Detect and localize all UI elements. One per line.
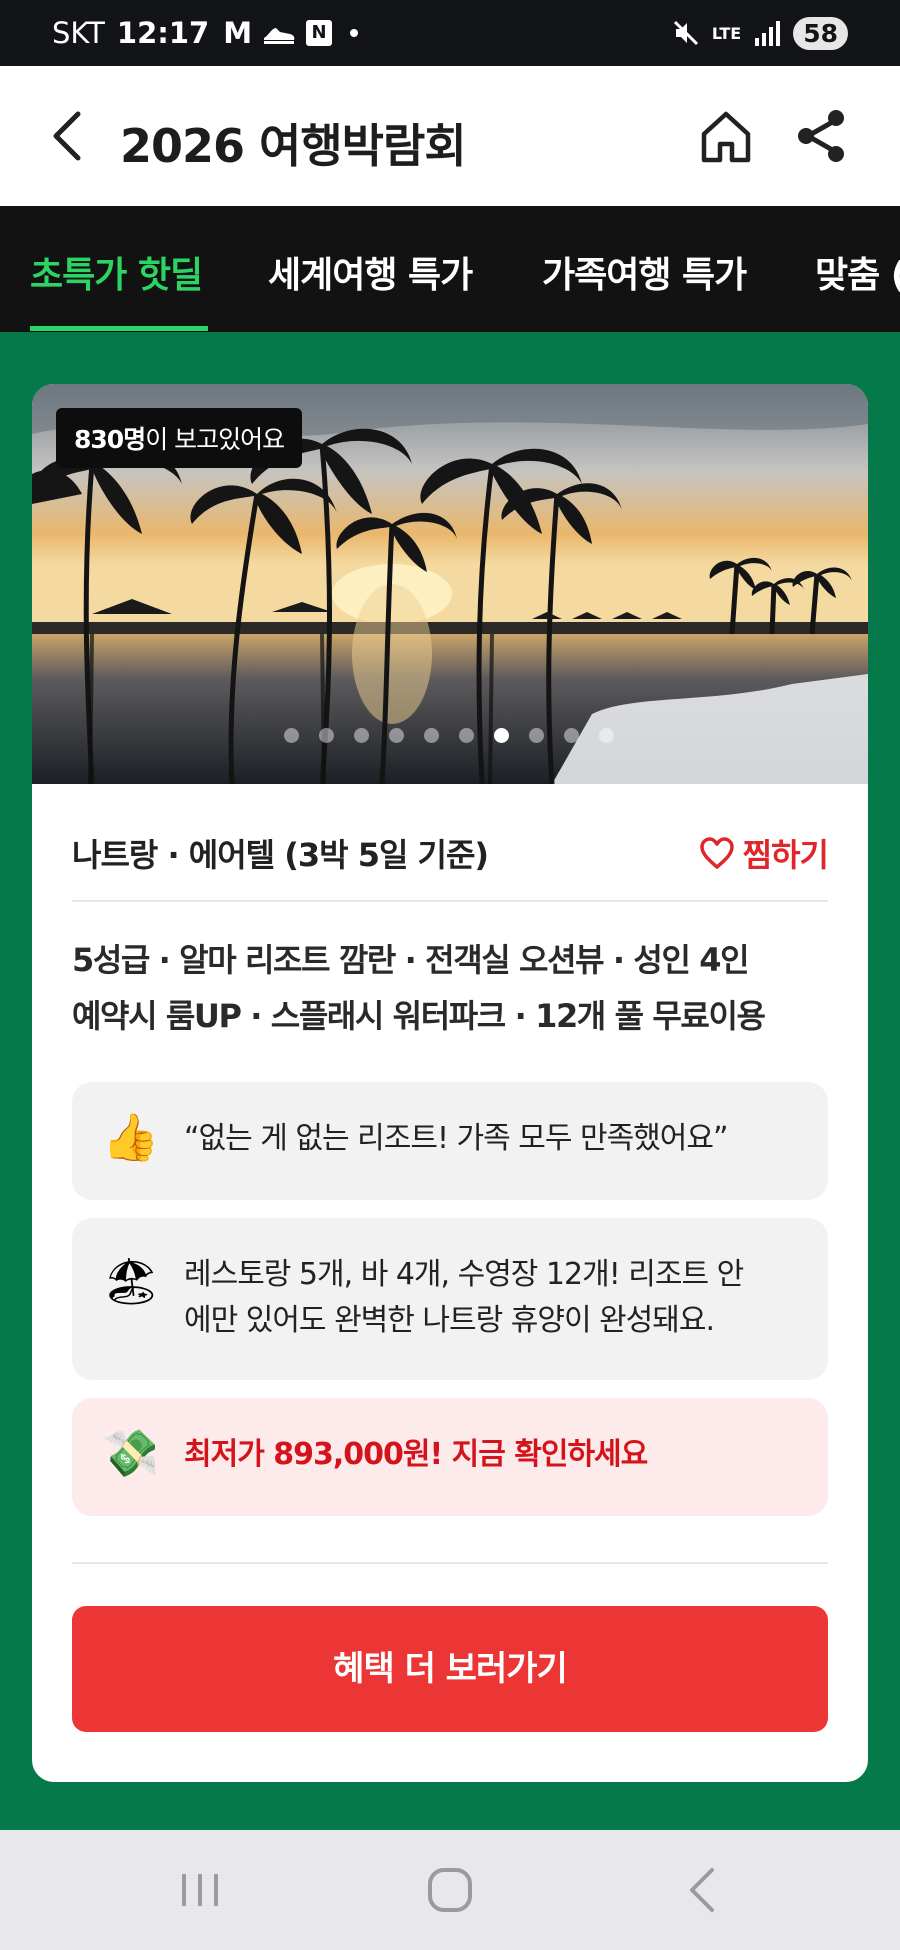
- viewer-count: 830명: [74, 425, 146, 454]
- back-button-icon[interactable]: [672, 1860, 732, 1920]
- divider: [72, 1562, 828, 1564]
- carousel-dot[interactable]: [564, 728, 579, 743]
- recent-apps-icon[interactable]: [170, 1860, 230, 1920]
- carousel-dot[interactable]: [319, 728, 334, 743]
- review-highlight: 👍 “없는 게 없는 리조트! 가족 모두 만족했어요”: [72, 1082, 828, 1200]
- description-line: 예약시 룸UP · 스플래시 워터파크 · 12개 풀 무료이용: [72, 997, 766, 1035]
- home-button-icon[interactable]: [420, 1860, 480, 1920]
- carousel-dot[interactable]: [284, 728, 299, 743]
- app-header: 2026 여행박람회: [0, 66, 900, 206]
- tab-world-travel[interactable]: 세계여행 특가: [268, 246, 473, 298]
- beach-umbrella-icon: 🏖: [102, 1254, 161, 1308]
- tab-hot-deal[interactable]: 초특가 핫딜: [30, 246, 203, 298]
- shoe-icon: [264, 28, 295, 44]
- review-text: “없는 게 없는 리조트! 가족 모두 만족했어요”: [184, 1121, 729, 1156]
- naver-icon: N: [306, 20, 333, 46]
- carousel-dot-active[interactable]: [494, 728, 509, 743]
- description-line: 5성급 · 알마 리조트 깜란 · 전객실 오션뷰 · 성인 4인: [72, 941, 750, 979]
- heart-icon: [699, 837, 734, 869]
- clock: 12:17: [116, 16, 210, 50]
- carousel-dot[interactable]: [529, 728, 544, 743]
- facilities-line: 레스토랑 5개, 바 4개, 수영장 12개! 리조트 안: [184, 1257, 744, 1292]
- mute-icon: [673, 20, 698, 46]
- facilities-text: 레스토랑 5개, 바 4개, 수영장 12개! 리조트 안 에만 있어도 완벽한…: [184, 1252, 744, 1344]
- product-card: 830명이 보고있어요 나트랑 · 에어텔 (3박 5일 기준) 찜하기 5성급…: [32, 384, 868, 1782]
- wishlist-label: 찜하기: [742, 836, 829, 874]
- notification-icons: M N: [223, 16, 359, 50]
- home-icon[interactable]: [696, 106, 756, 166]
- more-notifications-dot: [350, 29, 359, 37]
- tab-family-travel[interactable]: 가족여행 특가: [542, 246, 747, 298]
- back-icon[interactable]: [42, 108, 98, 164]
- carousel-dot[interactable]: [459, 728, 474, 743]
- divider: [72, 900, 828, 902]
- price-text: 최저가 893,000원! 지금 확인하세요: [184, 1437, 648, 1472]
- page-title: 2026 여행박람회: [120, 119, 467, 173]
- battery-indicator: 58: [793, 16, 848, 50]
- viewer-count-suffix: 이 보고있어요: [145, 425, 285, 454]
- facilities-highlight: 🏖 레스토랑 5개, 바 4개, 수영장 12개! 리조트 안 에만 있어도 완…: [72, 1218, 828, 1380]
- carousel-dot[interactable]: [599, 728, 614, 743]
- tab-custom[interactable]: 맞춤 (: [815, 246, 900, 298]
- product-location: 나트랑 · 에어텔 (3박 5일 기준): [72, 836, 489, 874]
- carousel-dot[interactable]: [354, 728, 369, 743]
- thumbs-up-icon: 👍: [102, 1110, 160, 1164]
- status-bar: SKT 12:17 M N LTE 58: [0, 0, 900, 66]
- hero-carousel[interactable]: 830명이 보고있어요: [32, 384, 868, 784]
- carousel-dot[interactable]: [389, 728, 404, 743]
- money-with-wings-icon: 💸: [102, 1426, 160, 1480]
- carousel-dot[interactable]: [424, 728, 439, 743]
- more-benefits-button[interactable]: 혜택 더 보러가기: [72, 1606, 828, 1732]
- signal-icon: [755, 21, 781, 46]
- network-type-label: LTE: [711, 23, 742, 43]
- carousel-indicator: [284, 728, 614, 743]
- category-tab-bar: 초특가 핫딜 세계여행 특가 가족여행 특가 맞춤 (: [0, 206, 900, 332]
- product-description: 5성급 · 알마 리조트 깜란 · 전객실 오션뷰 · 성인 4인 예약시 룸U…: [72, 932, 842, 1044]
- viewer-count-badge: 830명이 보고있어요: [56, 408, 303, 468]
- price-highlight: 💸 최저가 893,000원! 지금 확인하세요: [72, 1398, 828, 1516]
- active-tab-indicator: [30, 326, 208, 331]
- gmail-icon: M: [223, 16, 253, 50]
- facilities-line: 에만 있어도 완벽한 나트랑 휴양이 완성돼요.: [184, 1303, 715, 1338]
- carrier-label: SKT: [52, 16, 105, 50]
- system-navigation-bar: [0, 1830, 900, 1950]
- share-icon[interactable]: [792, 106, 852, 166]
- wishlist-button[interactable]: 찜하기: [699, 830, 829, 876]
- location-row: 나트랑 · 에어텔 (3박 5일 기준) 찜하기: [72, 830, 829, 890]
